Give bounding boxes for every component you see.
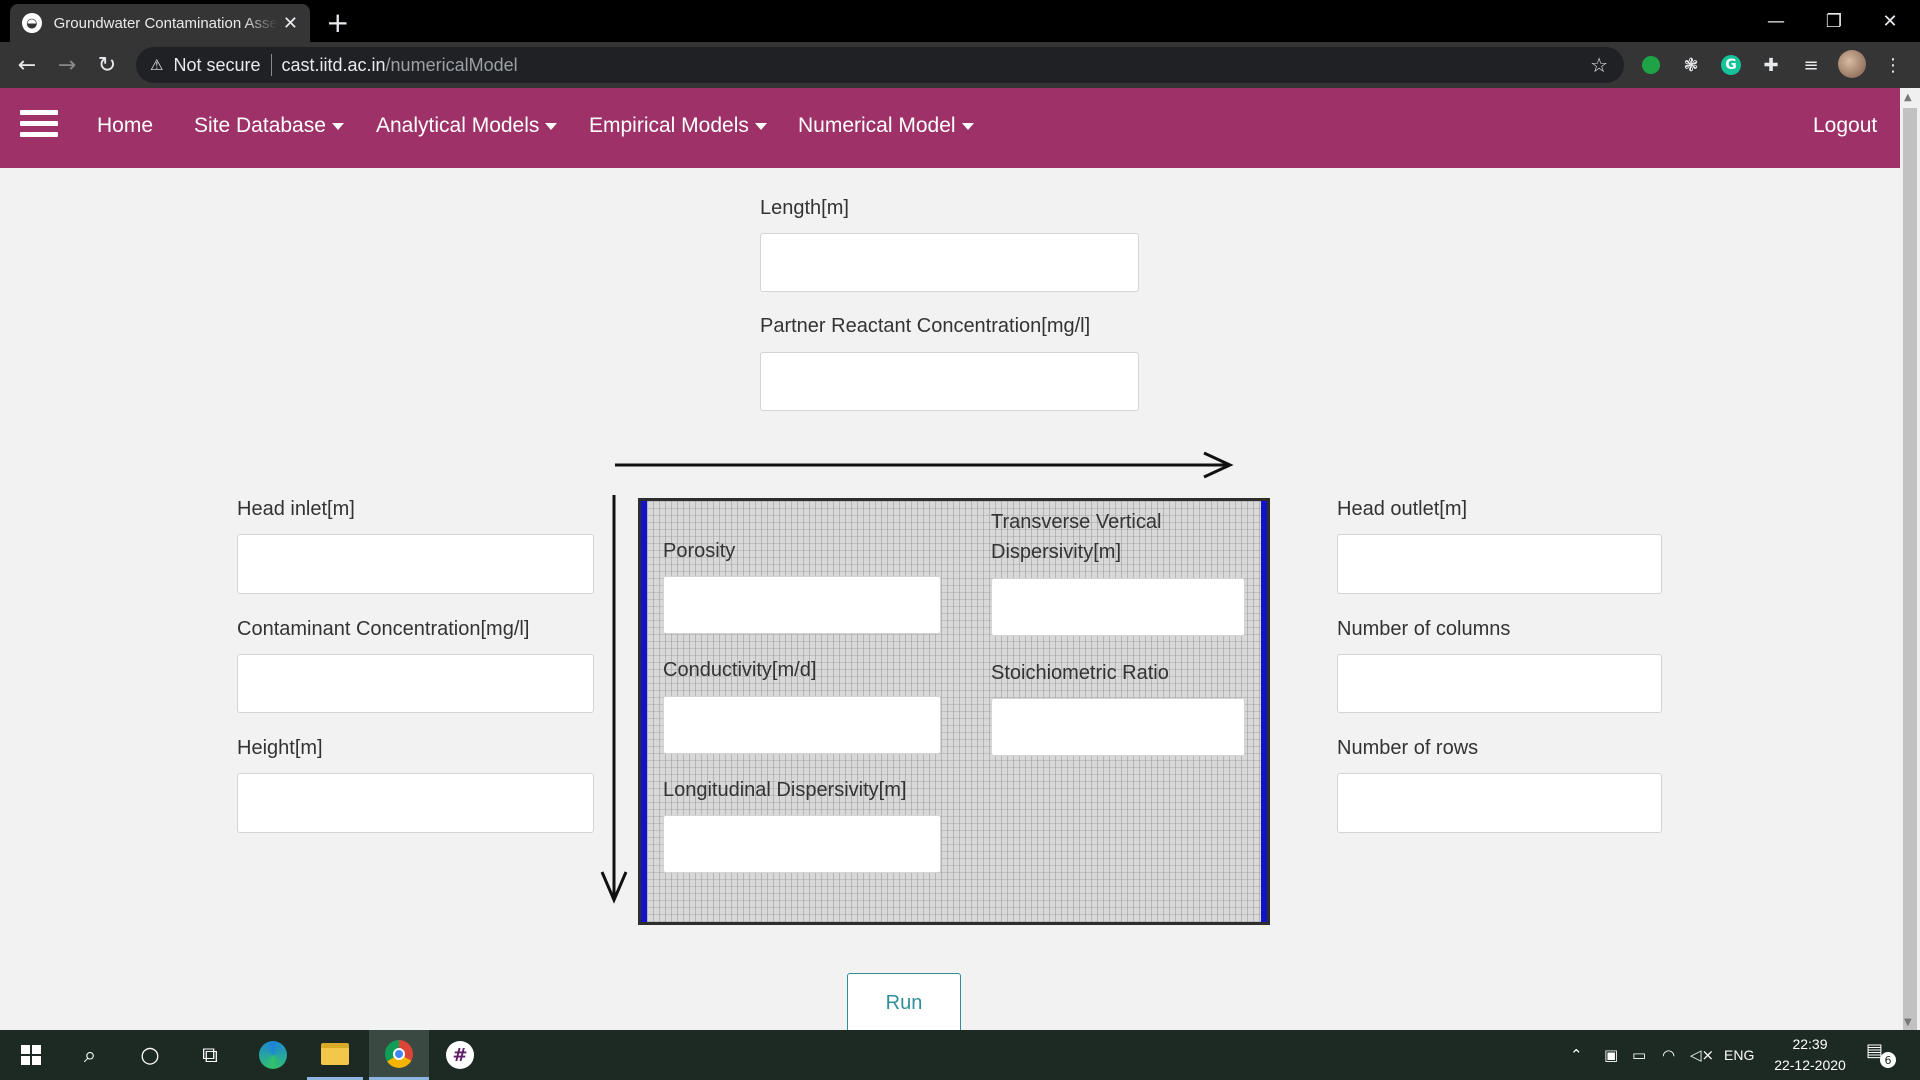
length-label: Length[m] xyxy=(760,197,849,219)
slack-icon[interactable]: # xyxy=(432,1030,488,1080)
tab-title: Groundwater Contamination Assessment xyxy=(53,14,277,32)
cortana-icon[interactable]: ○ xyxy=(122,1030,178,1080)
stoichiometric-label: Stoichiometric Ratio xyxy=(991,662,1169,684)
clock-time: 22:39 xyxy=(1792,1036,1828,1052)
nav-home[interactable]: Home xyxy=(97,114,153,138)
language-indicator[interactable]: ENG xyxy=(1724,1030,1754,1080)
chrome-icon[interactable] xyxy=(369,1030,429,1080)
search-icon[interactable]: ⌕ xyxy=(62,1030,118,1080)
browser-tab[interactable]: ◒ Groundwater Contamination Assessment ✕ xyxy=(10,4,310,42)
windows-taskbar: ⌕ ○ ⧉ # ⌃ ▣ ▭ ◠ ◁× ENG 22:39 22-12-2020 … xyxy=(0,1030,1920,1080)
height-label: Height[m] xyxy=(237,737,323,759)
nav-empirical-models-label: Empirical Models xyxy=(589,114,749,137)
forward-button[interactable]: → xyxy=(52,50,82,80)
new-tab-button[interactable]: + xyxy=(326,6,349,39)
longitudinal-input[interactable] xyxy=(663,815,941,873)
nav-empirical-models[interactable]: Empirical Models xyxy=(589,114,767,138)
task-view-icon[interactable]: ⧉ xyxy=(182,1030,238,1080)
conductivity-input[interactable] xyxy=(663,696,941,754)
scroll-thumb[interactable] xyxy=(1903,108,1917,1038)
porosity-label: Porosity xyxy=(663,540,736,562)
wifi-icon[interactable]: ◠ xyxy=(1662,1030,1675,1080)
media-icon[interactable]: ≡ xyxy=(1798,52,1824,78)
page-scrollbar[interactable]: ▲ ▼ xyxy=(1900,88,1920,1038)
address-bar[interactable]: ⚠ Not secure cast.iitd.ac.in/numericalMo… xyxy=(136,47,1624,83)
reload-button[interactable]: ↻ xyxy=(92,50,122,80)
green-dot-icon[interactable] xyxy=(1638,52,1664,78)
nav-numerical-model[interactable]: Numerical Model xyxy=(798,114,974,138)
partner-reactant-input[interactable] xyxy=(760,352,1139,411)
security-status[interactable]: Not secure xyxy=(173,55,260,76)
conductivity-label: Conductivity[m/d] xyxy=(663,659,817,681)
scroll-up-icon[interactable]: ▲ xyxy=(1904,92,1912,103)
close-window-button[interactable]: ✕ xyxy=(1862,0,1918,42)
grammarly-icon[interactable]: G xyxy=(1718,52,1744,78)
tray-chevron-icon[interactable]: ⌃ xyxy=(1570,1030,1583,1080)
url-host: cast.iitd.ac.in xyxy=(281,54,386,75)
hamburger-menu-icon[interactable] xyxy=(20,110,58,140)
puzzle-icon[interactable]: ✚ xyxy=(1758,52,1784,78)
run-button[interactable]: Run xyxy=(847,973,961,1033)
stoichiometric-input[interactable] xyxy=(991,698,1245,756)
nav-analytical-models-label: Analytical Models xyxy=(376,114,540,137)
battery-icon[interactable]: ▭ xyxy=(1632,1030,1646,1080)
gear-icon[interactable]: ❃ xyxy=(1678,52,1704,78)
height-input[interactable] xyxy=(237,773,594,833)
porosity-input[interactable] xyxy=(663,576,941,634)
inlet-boundary xyxy=(641,501,647,922)
back-button[interactable]: ← xyxy=(12,50,42,80)
nav-site-database-label: Site Database xyxy=(194,114,326,137)
logout-link[interactable]: Logout xyxy=(1813,114,1877,138)
notification-icon[interactable]: ▤ 6 xyxy=(1866,1040,1896,1070)
head-outlet-label: Head outlet[m] xyxy=(1337,498,1468,520)
minimize-button[interactable]: — xyxy=(1748,0,1804,42)
caret-down-icon xyxy=(961,122,974,130)
profile-avatar[interactable] xyxy=(1838,50,1866,78)
browser-tab-strip: ◒ Groundwater Contamination Assessment ✕… xyxy=(0,0,1920,42)
head-outlet-input[interactable] xyxy=(1337,534,1662,594)
length-input[interactable] xyxy=(760,233,1139,292)
restore-button[interactable]: ❐ xyxy=(1806,0,1862,42)
file-explorer-icon[interactable] xyxy=(307,1030,363,1080)
warning-icon[interactable]: ⚠ xyxy=(150,56,163,74)
partner-reactant-label: Partner Reactant Concentration[mg/l] xyxy=(760,315,1091,337)
longitudinal-label: Longitudinal Dispersivity[m] xyxy=(663,779,907,801)
nav-numerical-model-label: Numerical Model xyxy=(798,114,956,137)
scroll-down-icon[interactable]: ▼ xyxy=(1904,1017,1912,1028)
contaminant-label: Contaminant Concentration[mg/l] xyxy=(237,618,530,640)
caret-down-icon xyxy=(331,122,344,130)
transverse-vertical-input[interactable] xyxy=(991,578,1245,636)
tab-close-icon[interactable]: ✕ xyxy=(283,13,298,34)
nav-site-database[interactable]: Site Database xyxy=(194,114,344,138)
contaminant-input[interactable] xyxy=(237,654,594,713)
address-separator xyxy=(270,54,272,76)
outlet-boundary xyxy=(1261,501,1267,922)
url-path: /numericalModel xyxy=(385,54,518,75)
vertical-depth-arrow-icon xyxy=(600,495,628,904)
rows-input[interactable] xyxy=(1337,773,1662,833)
start-windows-icon[interactable] xyxy=(3,1030,59,1080)
head-inlet-input[interactable] xyxy=(237,534,594,594)
device-icon[interactable]: ▣ xyxy=(1604,1030,1618,1080)
volume-muted-icon[interactable]: ◁× xyxy=(1690,1030,1714,1080)
chrome-menu-icon[interactable]: ⋮ xyxy=(1880,52,1906,78)
clock-date: 22-12-2020 xyxy=(1774,1057,1846,1073)
head-inlet-label: Head inlet[m] xyxy=(237,498,355,520)
caret-down-icon xyxy=(545,122,558,130)
horizontal-flow-arrow-icon xyxy=(615,451,1234,479)
transverse-vertical-label: Transverse Vertical Dispersivity[m] xyxy=(991,511,1162,563)
nav-analytical-models[interactable]: Analytical Models xyxy=(376,114,558,138)
site-favicon-icon: ◒ xyxy=(22,13,42,33)
columns-input[interactable] xyxy=(1337,654,1662,713)
nav-home-label: Home xyxy=(97,114,154,137)
site-navbar: Home Site Database Analytical Models Emp… xyxy=(0,88,1900,168)
taskbar-clock[interactable]: 22:39 22-12-2020 xyxy=(1760,1034,1860,1076)
columns-label: Number of columns xyxy=(1337,618,1511,640)
rows-label: Number of rows xyxy=(1337,737,1479,759)
bookmark-star-icon[interactable]: ☆ xyxy=(1590,53,1608,77)
notification-count: 6 xyxy=(1880,1052,1896,1068)
edge-icon[interactable] xyxy=(245,1030,301,1080)
browser-toolbar: ← → ↻ ⚠ Not secure cast.iitd.ac.in/numer… xyxy=(0,42,1920,88)
caret-down-icon xyxy=(754,122,767,130)
